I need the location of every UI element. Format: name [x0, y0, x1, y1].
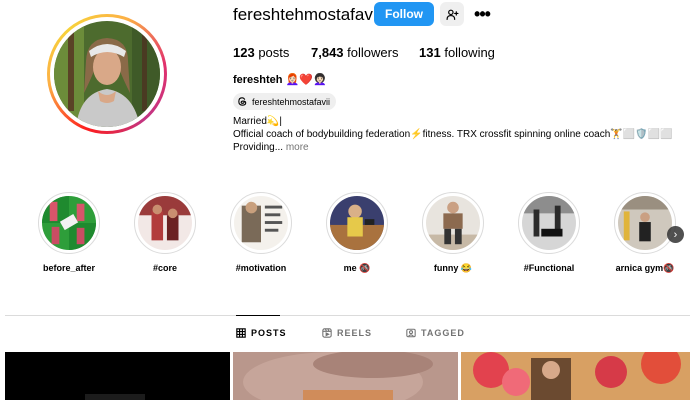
stat-count: 131 [419, 45, 441, 60]
tab-reels[interactable]: REELS [322, 328, 372, 338]
reel-icon [437, 358, 458, 400]
add-user-icon [445, 9, 459, 20]
grid-icon [236, 328, 246, 338]
post-tile[interactable] [233, 352, 458, 400]
tab-label: POSTS [251, 328, 287, 338]
follow-button[interactable]: Follow [374, 2, 434, 26]
more-options-button[interactable]: ••• [472, 2, 492, 26]
highlight-label: #motivation [235, 263, 287, 273]
tabs-divider [5, 315, 690, 316]
bio-text: Providing... [233, 142, 284, 153]
highlight-before-after[interactable] [38, 192, 100, 254]
profile-avatar[interactable] [47, 14, 167, 134]
profile-full-name: fereshteh 👩🏻‍🦰❤️👩🏻‍🦱 [233, 74, 327, 86]
more-dots-icon: ••• [474, 3, 491, 24]
highlight-label: arnica gym🚳 [615, 263, 675, 273]
stat-label: following [444, 45, 495, 60]
avatar-photo [54, 21, 160, 127]
tab-tagged[interactable]: TAGGED [406, 328, 465, 338]
bio-more-link[interactable]: more [286, 142, 309, 153]
highlight-cover [522, 196, 576, 250]
tab-label: TAGGED [421, 328, 465, 338]
post-tile[interactable] [5, 352, 230, 400]
highlight-label: funny 😂 [433, 263, 473, 273]
highlight-cover [618, 196, 672, 250]
reel-icon [669, 358, 690, 400]
reels-icon [322, 328, 332, 338]
suggested-users-button[interactable] [440, 2, 464, 26]
tab-label: REELS [337, 328, 373, 338]
post-tile[interactable] [461, 352, 690, 400]
stat-count: 123 [233, 45, 255, 60]
highlight-funny[interactable] [422, 192, 484, 254]
highlight-functional[interactable] [518, 192, 580, 254]
highlight-cover [42, 196, 96, 250]
bio-line: Providing... more [233, 142, 309, 153]
stat-count: 7,843 [311, 45, 344, 60]
highlight-core[interactable] [134, 192, 196, 254]
highlight-label: #core [152, 263, 178, 273]
highlight-cover [138, 196, 192, 250]
highlight-label: before_after [42, 263, 96, 273]
threads-handle: fereshtehmostafavii [252, 96, 331, 107]
reel-icon [209, 358, 230, 400]
threads-badge[interactable]: fereshtehmostafavii [233, 93, 337, 110]
threads-icon [238, 97, 247, 106]
stat-label: posts [258, 45, 290, 60]
following-count[interactable]: 131 following [419, 45, 495, 60]
highlight-motivation[interactable] [230, 192, 292, 254]
highlight-arnica-gym[interactable] [614, 192, 676, 254]
bio-line: Married💫| [233, 116, 282, 127]
highlight-cover [234, 196, 288, 250]
highlight-label: #Functional [523, 263, 575, 273]
profile-username: fereshtehmostafavii [233, 5, 381, 24]
followers-count[interactable]: 7,843 followers [311, 45, 398, 60]
highlight-cover [426, 196, 480, 250]
posts-count: 123 posts [233, 45, 289, 60]
active-tab-indicator [236, 315, 280, 316]
highlight-cover [330, 196, 384, 250]
tagged-icon [406, 328, 416, 338]
tab-posts[interactable]: POSTS [236, 328, 287, 338]
bio-line: Official coach of bodybuilding federatio… [233, 129, 673, 140]
highlights-next-button[interactable]: › [667, 226, 684, 243]
chevron-right-icon: › [673, 228, 678, 241]
stat-label: followers [347, 45, 399, 60]
highlight-me[interactable] [326, 192, 388, 254]
highlight-label: me 🚳 [343, 263, 371, 273]
